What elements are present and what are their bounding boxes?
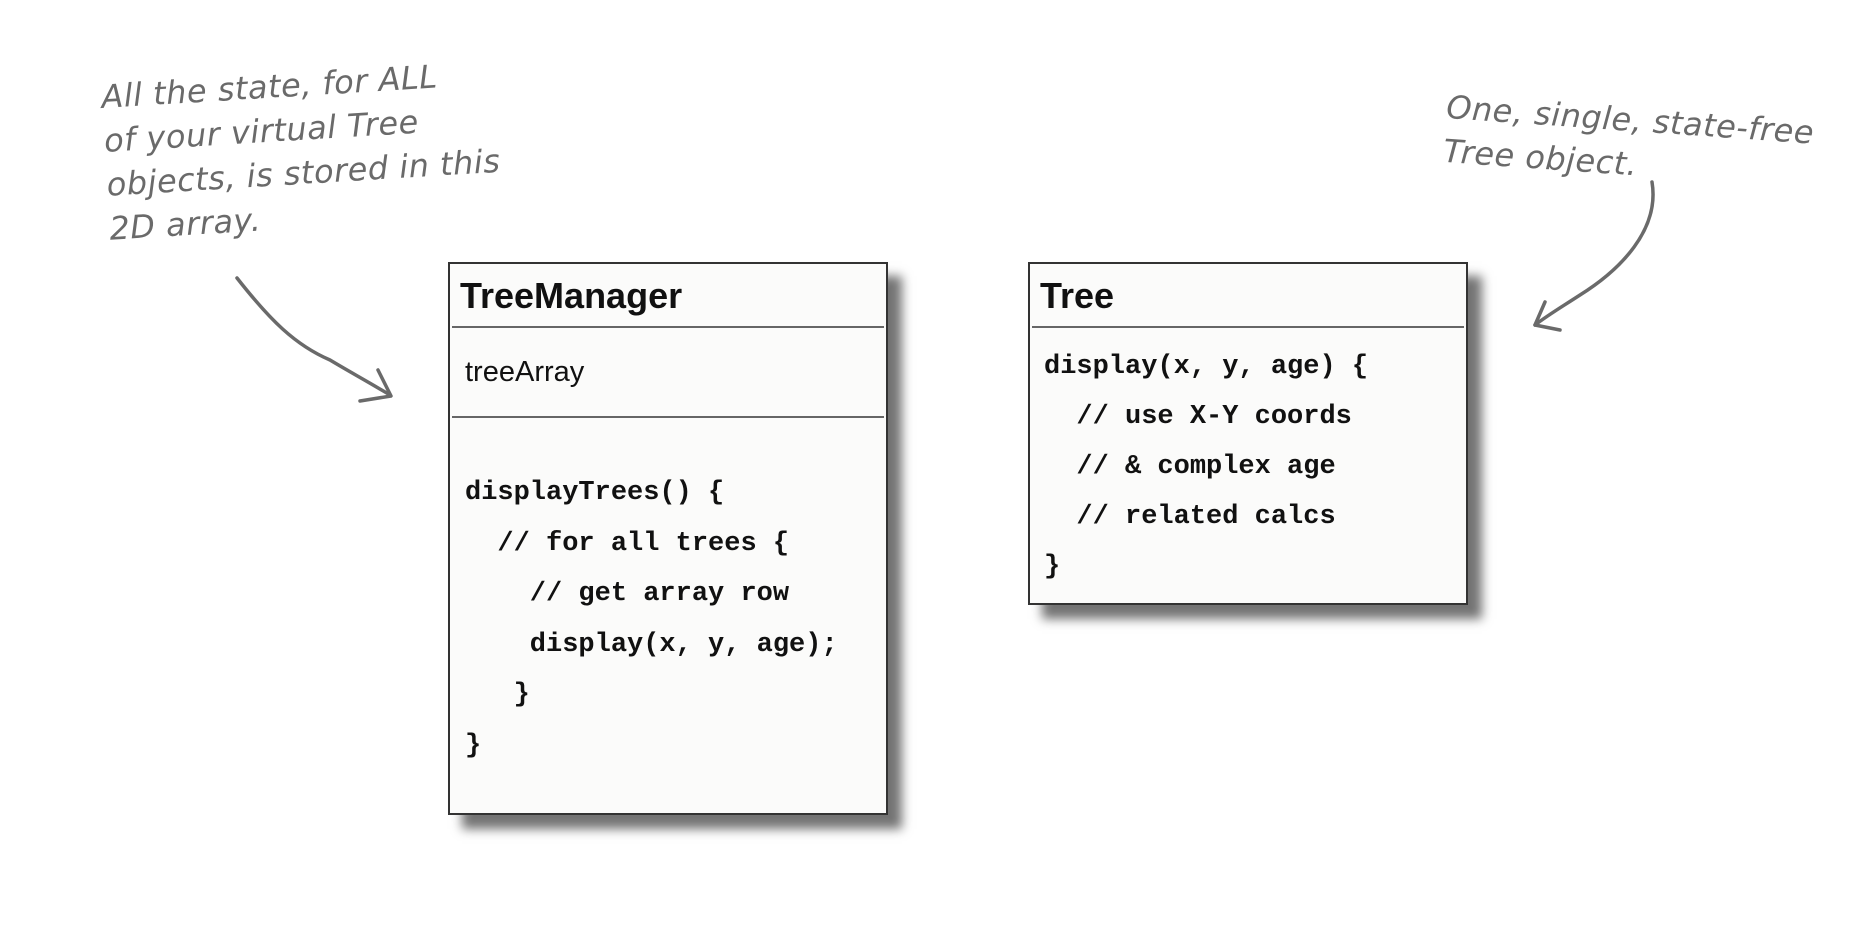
class-name-tree: Tree <box>1040 275 1115 316</box>
method-code-displaytrees: displayTrees() { // for all trees { // g… <box>465 478 838 761</box>
class-box-tree: Tree display(x, y, age) { // use X-Y coo… <box>1028 262 1468 605</box>
method-code-display: display(x, y, age) { // use X-Y coords /… <box>1044 352 1369 582</box>
annotation-left: All the state, for ALL of your virtual T… <box>100 57 502 248</box>
class-name-treemanager: TreeManager <box>460 275 683 316</box>
class-box-treemanager: TreeManager treeArray displayTrees() { /… <box>448 262 888 815</box>
class-attribute-treearray: treeArray <box>465 356 585 388</box>
left-arrow <box>235 276 392 397</box>
right-arrow <box>1533 180 1655 327</box>
